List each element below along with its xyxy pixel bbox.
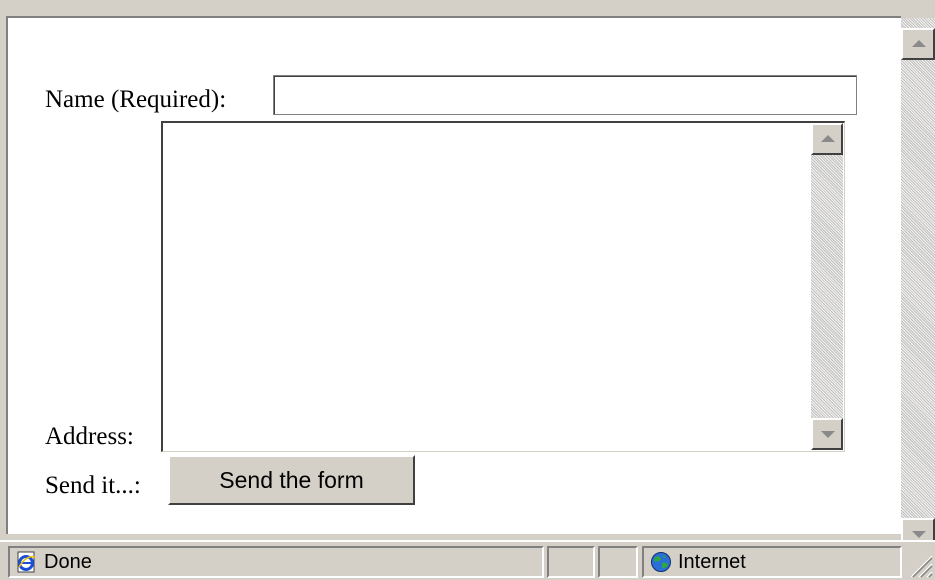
address-textarea[interactable] xyxy=(161,121,845,452)
page-scroll-up-button[interactable] xyxy=(901,28,935,60)
ie-page-icon xyxy=(17,551,36,573)
page-content: Name (Required): Address: Send it...: Se… xyxy=(6,16,901,534)
security-zone-pane: Internet xyxy=(642,546,902,578)
name-label: Name (Required): xyxy=(45,86,227,113)
arrow-up-icon xyxy=(912,40,926,47)
address-scrollbar[interactable] xyxy=(811,123,843,450)
status-bar: Done Internet xyxy=(0,540,935,580)
address-label: Address: xyxy=(45,423,134,450)
address-scroll-up-button[interactable] xyxy=(811,123,843,155)
name-input[interactable] xyxy=(273,75,857,115)
status-pane-empty xyxy=(547,546,595,578)
status-text: Done xyxy=(44,550,92,573)
send-form-button[interactable]: Send the form xyxy=(168,455,415,505)
arrow-down-icon xyxy=(821,431,835,438)
zone-text: Internet xyxy=(678,550,746,573)
status-pane: Done xyxy=(8,546,544,578)
arrow-down-icon xyxy=(912,531,926,538)
page-scrollbar[interactable] xyxy=(901,18,935,550)
browser-window: Name (Required): Address: Send it...: Se… xyxy=(0,0,935,580)
address-text[interactable] xyxy=(163,123,810,449)
address-scroll-down-button[interactable] xyxy=(811,418,843,450)
globe-icon xyxy=(651,552,671,572)
status-pane-empty xyxy=(598,546,638,578)
arrow-up-icon xyxy=(821,135,835,142)
send-label: Send it...: xyxy=(45,472,141,499)
resize-grip-icon[interactable] xyxy=(905,550,933,578)
